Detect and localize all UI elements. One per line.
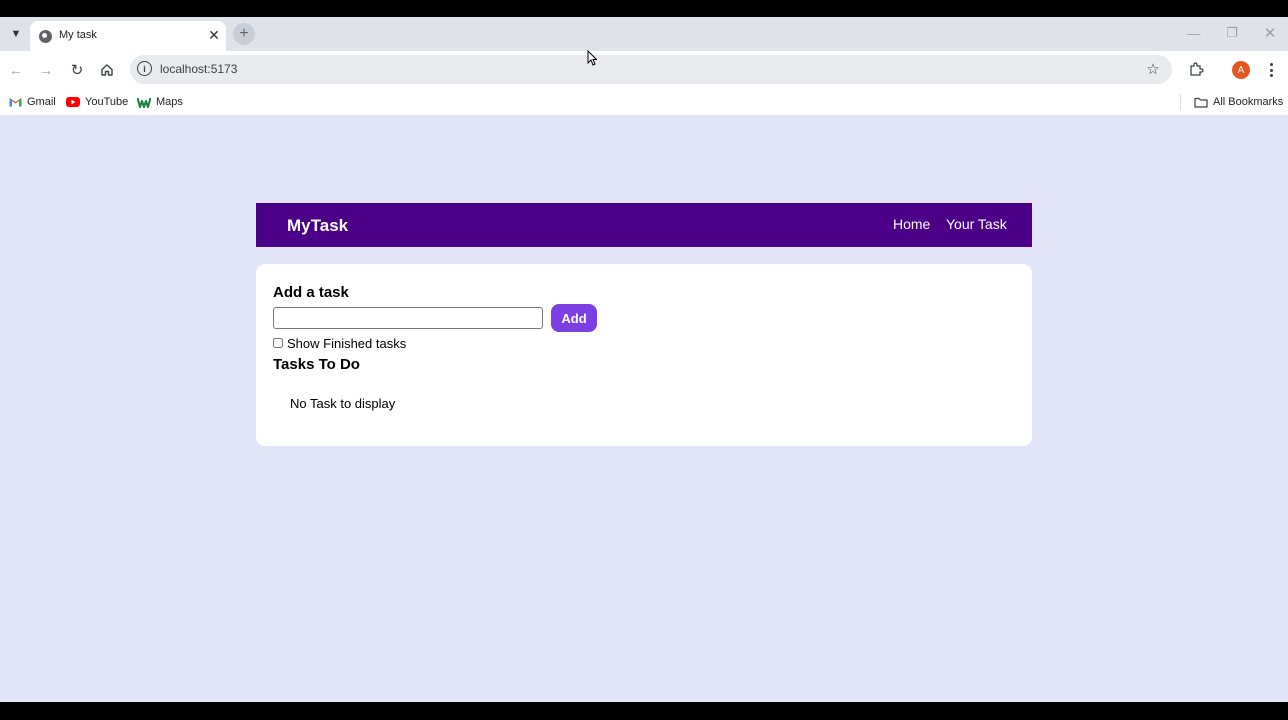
- task-input[interactable]: [273, 307, 543, 329]
- tab-close-icon[interactable]: ✕: [206, 26, 222, 44]
- profile-avatar[interactable]: A: [1232, 61, 1250, 79]
- all-bookmarks-button[interactable]: All Bookmarks: [1194, 94, 1283, 110]
- browser-toolbar: ← → ↻ i localhost:5173 ☆ A: [0, 51, 1288, 89]
- gmail-icon: [8, 96, 22, 108]
- all-bookmarks-label: All Bookmarks: [1213, 96, 1284, 108]
- show-finished-toggle[interactable]: Show Finished tasks: [273, 335, 406, 351]
- window-minimize-icon[interactable]: —: [1182, 23, 1206, 43]
- bookmark-maps-label: Maps: [156, 96, 183, 108]
- tab-title: My task: [59, 29, 97, 41]
- forward-arrow-icon[interactable]: →: [35, 59, 57, 81]
- empty-task-message: No Task to display: [290, 396, 396, 411]
- back-arrow-icon[interactable]: ←: [5, 59, 27, 81]
- new-tab-plus-icon[interactable]: +: [233, 23, 255, 45]
- add-button[interactable]: Add: [551, 304, 597, 332]
- app-navbar: MyTask Home Your Task: [256, 203, 1032, 247]
- window-restore-icon[interactable]: ❐: [1220, 23, 1244, 43]
- add-task-heading: Add a task: [273, 284, 349, 301]
- nav-link-your-task[interactable]: Your Task: [946, 216, 1007, 232]
- show-finished-label[interactable]: Show Finished tasks: [287, 336, 406, 351]
- show-finished-checkbox[interactable]: [273, 338, 283, 348]
- page-content: MyTask Home Your Task Add a task Add Sho…: [0, 115, 1288, 702]
- youtube-icon: [66, 96, 80, 108]
- extensions-puzzle-icon[interactable]: [1186, 59, 1206, 79]
- bookmark-youtube-label: YouTube: [85, 96, 129, 108]
- bookmark-gmail-label: Gmail: [27, 96, 56, 108]
- window-close-icon[interactable]: ✕: [1258, 23, 1282, 43]
- bookmark-youtube[interactable]: YouTube: [66, 94, 128, 110]
- address-bar[interactable]: i localhost:5173 ☆: [130, 55, 1172, 84]
- address-bar-url[interactable]: localhost:5173: [160, 62, 237, 76]
- bookmarks-bar: Gmail YouTube Maps All Bookmarks: [0, 89, 1288, 115]
- tab-strip: ▼ My task ✕ + — ❐ ✕: [0, 17, 1288, 51]
- globe-icon: [39, 30, 52, 43]
- maps-icon: [137, 96, 151, 108]
- bookmarks-divider: [1180, 94, 1181, 110]
- mouse-cursor-icon: [587, 50, 597, 66]
- reload-icon[interactable]: ↻: [66, 59, 88, 81]
- tab-search-chevron-down-icon[interactable]: ▼: [6, 24, 26, 44]
- task-card: Add a task Add Show Finished tasks Tasks…: [256, 264, 1032, 446]
- browser-window: ▼ My task ✕ + — ❐ ✕ ← → ↻ i localhost:51…: [0, 17, 1288, 702]
- folder-icon: [1194, 96, 1208, 108]
- bookmark-star-icon[interactable]: ☆: [1144, 60, 1162, 78]
- bookmark-gmail[interactable]: Gmail: [8, 94, 56, 110]
- kebab-menu-icon[interactable]: [1262, 59, 1280, 81]
- home-icon[interactable]: [96, 59, 118, 81]
- browser-tab-active[interactable]: My task ✕: [30, 21, 226, 51]
- brand-logo[interactable]: MyTask: [287, 216, 348, 236]
- bookmark-maps[interactable]: Maps: [137, 94, 183, 110]
- tasks-to-do-heading: Tasks To Do: [273, 356, 360, 373]
- nav-link-home[interactable]: Home: [893, 216, 930, 232]
- site-info-icon[interactable]: i: [137, 61, 152, 76]
